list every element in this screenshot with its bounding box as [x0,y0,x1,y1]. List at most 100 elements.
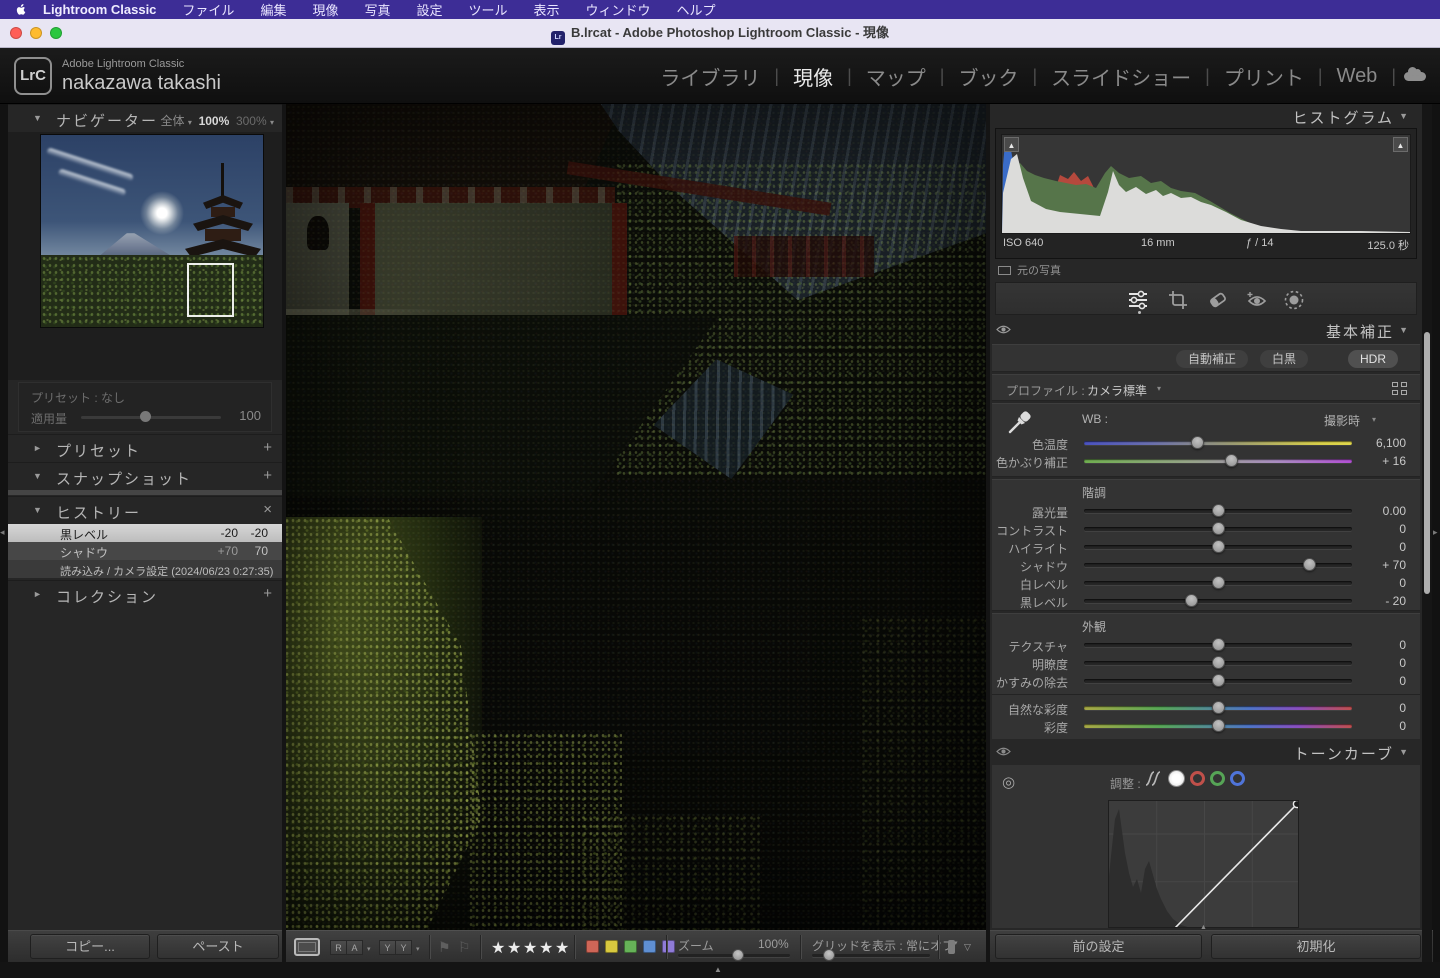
black-white-button[interactable]: 白黒 [1260,350,1308,368]
copy-settings-button[interactable]: コピー... [30,934,150,959]
star-icon-4[interactable]: ★ [539,938,553,958]
right-panel-collapse-strip[interactable]: ▸ [1432,104,1440,962]
zoom-fit-option[interactable]: 全体 [161,114,185,128]
module-tab-4[interactable]: スライドショー [1051,62,1191,91]
toolbar-panel-icon[interactable] [948,940,955,954]
history-clear-button[interactable]: × [263,501,272,518]
history-item-0[interactable]: 黒レベル-20-20 [8,524,282,542]
wb-preset-value[interactable]: 撮影時 [1324,412,1360,429]
collapse-right-arrow-icon[interactable]: ▸ [1433,527,1438,538]
histogram-disclosure-icon[interactable]: ▼ [1399,111,1410,121]
slider-thumb[interactable] [1185,594,1198,607]
color-label-2[interactable] [624,940,637,953]
edit-sliders-tool-icon[interactable] [1126,288,1150,312]
pick-flag-icon[interactable]: ⚑ [438,939,451,956]
slider-thumb[interactable] [1212,576,1225,589]
collections-disclosure-icon[interactable]: ► [33,589,42,599]
paste-settings-button[interactable]: ペースト [157,934,279,959]
menu-item-5[interactable]: ツール [469,0,508,19]
grid-opacity-thumb[interactable] [823,949,835,961]
star-icon-5[interactable]: ★ [555,938,569,958]
slider-thumb[interactable] [1212,504,1225,517]
wb-chevron-icon[interactable]: ▾ [1372,415,1376,424]
navigator-zoom-rectangle[interactable] [187,263,234,317]
slider-track[interactable] [1084,459,1352,463]
menu-item-1[interactable]: 編集 [260,0,286,19]
target-adjustment-icon[interactable]: ◎ [1002,773,1015,791]
crop-tool-icon[interactable] [1166,288,1190,312]
menu-item-6[interactable]: 表示 [534,0,560,19]
module-tab-5[interactable]: プリント [1224,62,1304,91]
zoom-300-option[interactable]: 300% [236,114,267,128]
red-eye-tool-icon[interactable] [1245,288,1269,312]
snapshots-add-button[interactable]: + [263,467,272,484]
tone-curve-header[interactable]: トーンカーブ ▼ [990,740,1422,764]
module-tab-6[interactable]: Web [1337,65,1378,88]
slider-thumb[interactable] [1212,674,1225,687]
reset-button[interactable]: 初期化 [1211,934,1421,959]
zoom-slider-thumb[interactable] [732,949,744,961]
hdr-button[interactable]: HDR [1348,350,1398,368]
preset-amount-thumb[interactable] [140,411,151,422]
scrollbar-thumb[interactable] [1424,332,1430,594]
reference-view-r-button[interactable]: R [330,940,347,955]
slider-value[interactable]: 0 [1356,638,1406,652]
shadow-clipping-indicator[interactable]: ▲ [1004,137,1019,152]
green-channel-icon[interactable] [1210,771,1225,786]
parametric-curve-icon[interactable] [1144,770,1163,787]
snapshots-header[interactable]: ▼ スナップショット + [8,462,282,490]
filmstrip-reveal-arrow-icon[interactable]: ▲ [714,965,722,974]
histogram-plot[interactable]: ▲ ▲ [1001,134,1411,234]
slider-thumb[interactable] [1212,522,1225,535]
histogram-header[interactable]: ヒストグラム ▼ [990,104,1422,128]
main-photo-canvas[interactable] [286,104,986,930]
grid-opacity-slider[interactable] [812,954,930,957]
cloud-sync-icon[interactable] [1404,72,1426,81]
color-label-0[interactable] [586,940,599,953]
snapshots-disclosure-icon[interactable]: ▼ [33,471,42,481]
slider-thumb[interactable] [1225,454,1238,467]
history-header[interactable]: ▼ ヒストリー × [8,496,282,524]
color-label-1[interactable] [605,940,618,953]
original-photo-row[interactable]: 元の写真 [998,262,1061,278]
auto-tone-button[interactable]: 自動補正 [1176,350,1248,368]
navigator-header[interactable]: ▼ ナビゲーター 全体 ▾ 100% 300% ▾ [8,104,282,132]
presets-disclosure-icon[interactable]: ► [33,443,42,453]
star-icon-2[interactable]: ★ [507,938,521,958]
menu-item-4[interactable]: 設定 [416,0,442,19]
history-item-2[interactable]: 読み込み / カメラ設定 (2024/06/23 0:27:35) [8,560,282,578]
slider-value[interactable]: 0 [1356,522,1406,536]
reference-view-a-button[interactable]: A [346,940,363,955]
menu-item-2[interactable]: 現像 [312,0,338,19]
star-icon-3[interactable]: ★ [523,938,537,958]
healing-remove-tool-icon[interactable] [1206,288,1230,312]
slider-thumb[interactable] [1212,540,1225,553]
slider-track[interactable] [1084,643,1352,647]
slider-thumb[interactable] [1212,638,1225,651]
slider-value[interactable]: 0.00 [1356,504,1406,518]
slider-thumb[interactable] [1212,656,1225,669]
previous-settings-button[interactable]: 前の設定 [995,934,1202,959]
slider-value[interactable]: 0 [1356,701,1406,715]
masking-tool-icon[interactable] [1282,288,1306,312]
menu-item-0[interactable]: ファイル [182,0,234,19]
loupe-view-button[interactable] [294,938,320,956]
menu-item-8[interactable]: ヘルプ [677,0,716,19]
basic-panel-eye-icon[interactable] [996,324,1011,335]
navigator-disclosure-icon[interactable]: ▼ [33,113,42,123]
slider-track[interactable] [1084,724,1352,728]
profile-browser-icon[interactable] [1392,382,1408,395]
profile-chevron-icon[interactable]: ▾ [1157,384,1161,393]
slider-track[interactable] [1084,509,1352,513]
basic-disclosure-icon[interactable]: ▼ [1399,325,1410,335]
tone-curve-plot[interactable] [1108,800,1299,928]
red-channel-icon[interactable] [1190,771,1205,786]
basic-panel-header[interactable]: 基本補正 ▼ [990,318,1422,342]
zoom-slider[interactable] [678,954,790,957]
slider-value[interactable]: 0 [1356,656,1406,670]
slider-thumb[interactable] [1212,719,1225,732]
color-label-3[interactable] [643,940,656,953]
blue-channel-icon[interactable] [1230,771,1245,786]
history-disclosure-icon[interactable]: ▼ [33,505,42,515]
beforeafter-y2-button[interactable]: Y [395,940,412,955]
